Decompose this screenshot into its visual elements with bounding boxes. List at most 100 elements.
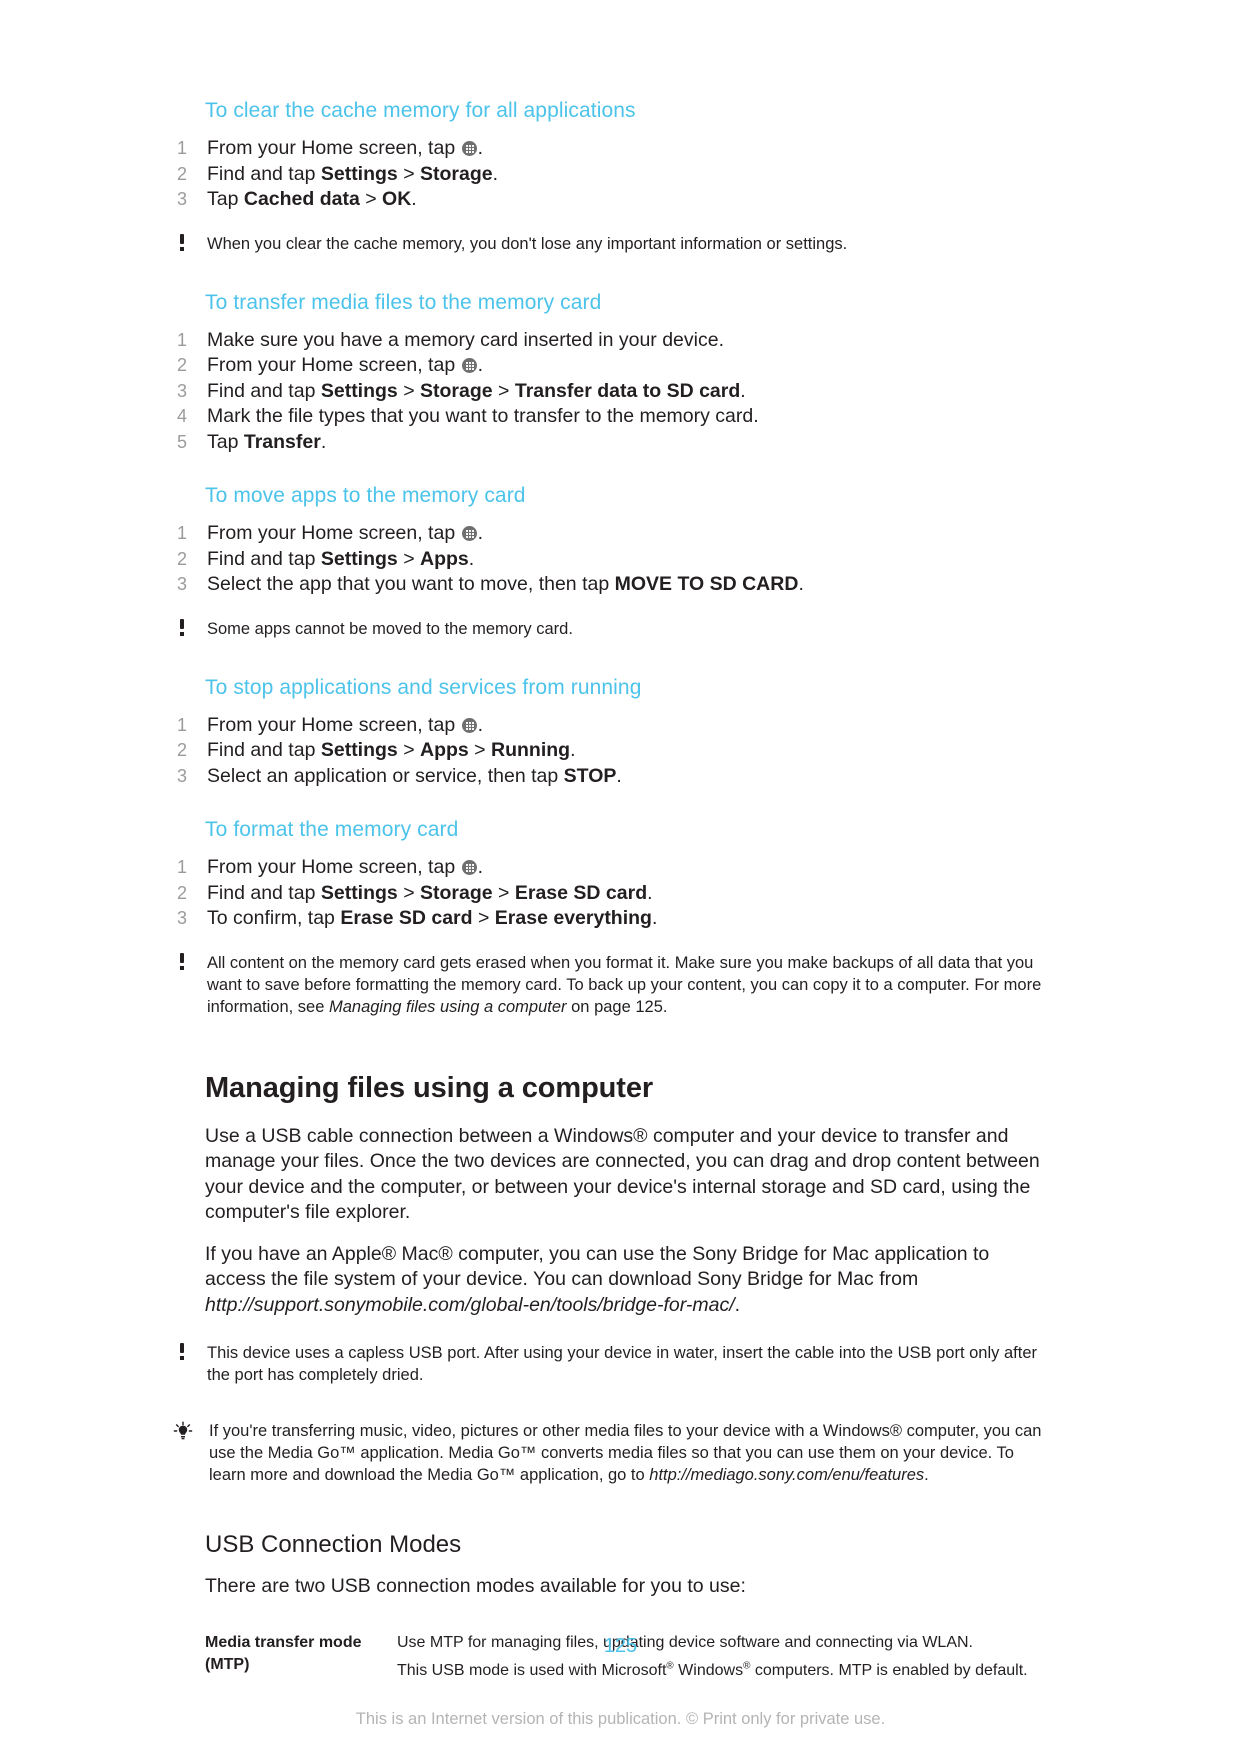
text-run: Select the app that you want to move, th… <box>207 573 615 595</box>
text-run: From your Home screen, tap <box>207 354 461 376</box>
emphasis-bold: MOVE TO SD CARD <box>614 573 799 595</box>
step-number: 4 <box>177 406 188 426</box>
tip-marker <box>173 1421 203 1487</box>
step-text: Find and tap Settings > Storage > Transf… <box>207 379 1050 405</box>
text-run: Find and tap <box>207 162 321 185</box>
procedure-steps: 1 From your Home screen, tap . 2 Find and t… <box>177 713 1050 790</box>
step-text: From your Home screen, tap . <box>207 521 1050 547</box>
text-run: From your Home screen, tap <box>207 522 461 544</box>
text-run: Find and tap <box>207 547 321 570</box>
emphasis-bold: Storage <box>420 881 493 904</box>
emphasis-italic: http://mediago.sony.com/enu/features <box>649 1466 925 1484</box>
note-block: Some apps cannot be moved to the memory … <box>180 618 1050 641</box>
emphasis-bold: Transfer data to SD card <box>514 379 741 402</box>
step-text: Find and tap Settings > Storage. <box>207 162 1050 188</box>
step-text: Tap Transfer. <box>207 430 1050 456</box>
tip-text: If you're transferring music, video, pic… <box>203 1420 1050 1486</box>
text-run: From your Home screen, tap <box>207 713 461 736</box>
emphasis-bold: Apps <box>420 739 469 761</box>
emphasis-bold: OK <box>382 188 412 210</box>
text-run: Windows <box>673 1661 744 1679</box>
procedure-step: 3 Find and tap Settings > Storage > Trans… <box>177 379 1050 405</box>
step-number: 2 <box>177 548 188 569</box>
step-text: Find and tap Settings > Storage > Erase … <box>207 881 1050 907</box>
text-run: Tap <box>207 430 244 453</box>
text-run: . <box>320 430 327 453</box>
procedure-step: 5 Tap Transfer. <box>177 430 1050 456</box>
procedure-steps: 1 From your Home screen, tap . 2 Find and t… <box>177 855 1050 932</box>
text-run: . <box>740 379 746 402</box>
exclamation-icon <box>177 618 188 636</box>
app-drawer-icon <box>461 526 477 541</box>
text-run: > <box>397 547 421 570</box>
text-run: . <box>477 354 484 376</box>
procedure-title: To stop applications and services from r… <box>205 675 642 699</box>
text-run: > <box>397 881 421 904</box>
step-text: From your Home screen, tap . <box>207 855 1050 881</box>
exclamation-icon <box>177 233 188 251</box>
section-paragraph: Use a USB cable connection between a Win… <box>205 1124 1050 1226</box>
section-paragraph: If you have an Apple® Mac® computer, you… <box>205 1242 1050 1319</box>
app-drawer-icon <box>461 860 477 875</box>
text-run: . <box>616 764 622 787</box>
emphasis-bold: Settings <box>320 547 398 570</box>
text-run: Mark the file types that you want to tra… <box>207 405 759 427</box>
text-run: . <box>492 162 499 185</box>
text-run: Select an application or service, then t… <box>207 764 564 787</box>
text-run: . <box>651 907 658 929</box>
text-run: . <box>924 1466 929 1484</box>
step-text: From your Home screen, tap . <box>207 353 1050 379</box>
text-run: . <box>477 713 484 736</box>
step-number: 1 <box>177 714 188 735</box>
step-number: 5 <box>177 431 188 452</box>
procedure-title: To move apps to the memory card <box>205 484 526 507</box>
procedure-title: To format the memory card <box>205 818 459 841</box>
text-run: Find and tap <box>207 881 321 904</box>
warning-marker <box>177 1343 207 1387</box>
procedure-step: 3 To confirm, tap Erase SD card > Erase e… <box>177 906 1050 932</box>
step-number: 1 <box>177 857 188 877</box>
note-marker <box>177 233 207 257</box>
text-run: To confirm, tap <box>207 907 341 929</box>
procedure-step: 1 From your Home screen, tap . <box>177 521 1050 547</box>
procedure-step: 2 Find and tap Settings > Storage > Erase… <box>177 881 1050 907</box>
usb-modes-heading: USB Connection Modes <box>205 1531 462 1558</box>
section-heading: Managing files using a computer <box>205 1071 654 1104</box>
step-text: Select the app that you want to move, th… <box>207 572 1050 598</box>
page-content: To clear the cache memory for all applic… <box>173 98 1050 1682</box>
step-number: 2 <box>177 355 188 375</box>
text-run: . <box>570 739 576 761</box>
text-run: > <box>397 379 421 402</box>
page-number: 125 <box>603 1635 638 1657</box>
text-run: . <box>734 1293 741 1316</box>
step-text: Make sure you have a memory card inserte… <box>207 328 1050 354</box>
procedure-title: To transfer media files to the memory ca… <box>205 290 602 314</box>
procedure-steps: 1 From your Home screen, tap . 2 Find and t… <box>177 136 1050 213</box>
emphasis-bold: Settings <box>320 379 398 402</box>
procedure-step: 3 Select the app that you want to move, t… <box>177 572 1050 598</box>
text-run: > <box>472 907 495 929</box>
procedure-step: 1 From your Home screen, tap . <box>177 713 1050 739</box>
text-run: Use a USB cable connection between a Win… <box>205 1124 1040 1224</box>
text-run: > <box>397 162 421 185</box>
emphasis-bold: Transfer <box>243 430 321 453</box>
note-block: When you clear the cache memory, you don… <box>180 233 1050 256</box>
text-run: Make sure you have a memory card inserte… <box>207 328 724 351</box>
text-run: From your Home screen, tap <box>207 856 461 878</box>
step-number: 3 <box>177 189 188 209</box>
procedure-step: 2 Find and tap Settings > Storage. <box>177 162 1050 188</box>
app-drawer-icon <box>461 141 477 156</box>
procedure-title: To clear the cache memory for all applic… <box>205 99 636 122</box>
step-number: 2 <box>177 163 188 184</box>
text-run: . <box>477 856 484 878</box>
emphasis-bold: Settings <box>320 739 398 761</box>
step-text: From your Home screen, tap . <box>207 136 1050 162</box>
